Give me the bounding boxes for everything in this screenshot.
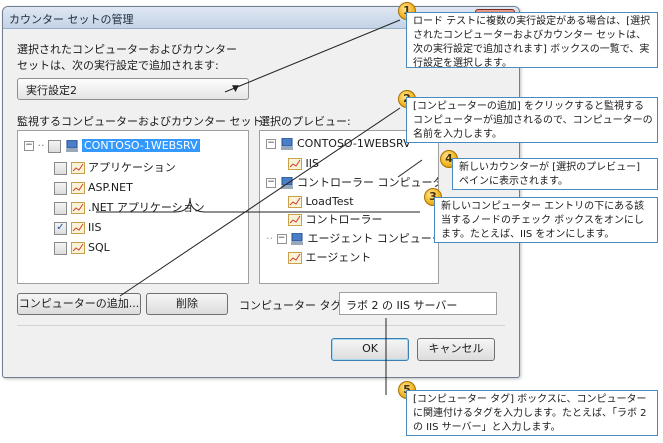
- tree-counter-label: IIS: [88, 221, 102, 234]
- dialog-title: カウンター セットの管理: [9, 13, 134, 26]
- preview-counter-label: LoadTest: [305, 195, 354, 208]
- counter-set-icon: [288, 158, 302, 170]
- intro-label-line1: 選択されたコンピューターおよびカウンター: [17, 43, 237, 56]
- ok-button[interactable]: OK: [331, 338, 409, 361]
- preview-computer-label: CONTOSO-1WEBSRV: [297, 137, 411, 150]
- counter-set-icon: [70, 202, 85, 214]
- counter-set-icon: [70, 242, 85, 254]
- preview-label: 選択のプレビュー:: [259, 115, 351, 128]
- callout-note: 新しいカウンターが [選択のプレビュー] ペインに表示されます。: [452, 158, 658, 190]
- computer-icon: [280, 177, 293, 189]
- tree-counter-row[interactable]: アプリケーション: [54, 159, 176, 177]
- counter-set-icon: [70, 162, 85, 174]
- collapse-icon[interactable]: −: [276, 234, 287, 244]
- chevron-down-icon[interactable]: ▼: [232, 84, 239, 94]
- preview-counter-node[interactable]: IIS: [288, 155, 319, 173]
- computer-icon: [65, 140, 78, 152]
- tree-counter-row[interactable]: ✓ IIS: [54, 219, 101, 237]
- collapse-icon[interactable]: −: [24, 141, 34, 151]
- computer-checkbox[interactable]: [48, 139, 61, 153]
- preview-counter-node[interactable]: コントローラー: [288, 211, 383, 229]
- preview-counter-node[interactable]: LoadTest: [288, 193, 354, 211]
- run-setting-combobox[interactable]: 実行設定2 ▼: [17, 78, 249, 100]
- delete-button[interactable]: 削除: [146, 293, 228, 315]
- separator: [17, 325, 505, 326]
- preview-agent-label: エージェント コンピューター: [307, 232, 439, 245]
- preview-agent-node[interactable]: ·· − エージェント コンピューター: [266, 230, 439, 248]
- run-setting-value: 実行設定2: [26, 84, 77, 97]
- tree-counter-row[interactable]: ASP.NET: [54, 179, 133, 197]
- preview-computer-node[interactable]: − CONTOSO-1WEBSRV: [266, 135, 411, 153]
- callout-note: 新しいコンピューター エントリの下にある該当するノードのチェック ボックスをオン…: [434, 197, 658, 243]
- computer-icon: [280, 138, 293, 150]
- counter-set-icon: [288, 214, 302, 226]
- callout-note: ロード テストに複数の実行設定がある場合は、[選択されたコンピューターおよびカウ…: [406, 12, 658, 69]
- callout-note: [コンピューター タグ] ボックスに、コンピューターに関連付けるタグを入力します…: [406, 390, 658, 436]
- counter-checkbox[interactable]: [54, 161, 67, 175]
- counter-checkbox[interactable]: [54, 241, 67, 255]
- preview-counter-label: エージェント: [305, 251, 372, 264]
- counter-checkbox-checked[interactable]: ✓: [54, 221, 67, 235]
- tree-counter-label: SQL: [88, 241, 110, 254]
- computer-tag-input[interactable]: ラボ 2 の IIS サーバー: [339, 292, 497, 315]
- counter-set-icon: [70, 222, 85, 234]
- counter-set-icon: [70, 182, 85, 194]
- cancel-button[interactable]: キャンセル: [417, 338, 495, 361]
- computer-tag-label: コンピューター タグ:: [239, 299, 346, 312]
- preview-counter-node[interactable]: エージェント: [288, 249, 371, 267]
- counter-set-icon: [288, 196, 302, 208]
- counter-checkbox[interactable]: [54, 181, 67, 195]
- monitor-label: 監視するコンピューターおよびカウンター セット:: [17, 115, 267, 128]
- counter-checkbox[interactable]: [54, 201, 67, 215]
- tree-counter-row[interactable]: SQL: [54, 239, 110, 257]
- monitor-tree[interactable]: − ·· CONTOSO-1WEBSRV アプリケーション ASP.NET .N…: [17, 130, 249, 284]
- tree-computer-label: CONTOSO-1WEBSRV: [82, 139, 200, 152]
- intro-label-line2: セットは、次の実行設定で追加されます:: [17, 59, 219, 72]
- tree-counter-label: ASP.NET: [88, 181, 133, 194]
- tree-computer-node[interactable]: − ·· CONTOSO-1WEBSRV: [24, 137, 200, 155]
- tree-counter-label: .NET アプリケーション: [88, 201, 205, 214]
- counter-set-icon: [288, 252, 302, 264]
- preview-controller-label: コントローラー コンピューター: [297, 176, 439, 189]
- add-computer-button[interactable]: コンピューターの追加...: [17, 293, 141, 315]
- computer-icon: [291, 233, 303, 245]
- tree-counter-label: アプリケーション: [88, 161, 176, 174]
- preview-counter-label: IIS: [305, 157, 319, 170]
- collapse-icon[interactable]: −: [266, 139, 276, 149]
- preview-tree[interactable]: − CONTOSO-1WEBSRV IIS − コントローラー コンピューター …: [259, 130, 439, 284]
- collapse-icon[interactable]: −: [266, 178, 276, 188]
- callout-note: [コンピューターの追加] をクリックすると監視するコンピューターが追加されるので…: [406, 97, 658, 143]
- preview-controller-node[interactable]: − コントローラー コンピューター: [266, 174, 439, 192]
- preview-counter-label: コントローラー: [305, 213, 383, 226]
- tree-counter-row[interactable]: .NET アプリケーション: [54, 199, 205, 217]
